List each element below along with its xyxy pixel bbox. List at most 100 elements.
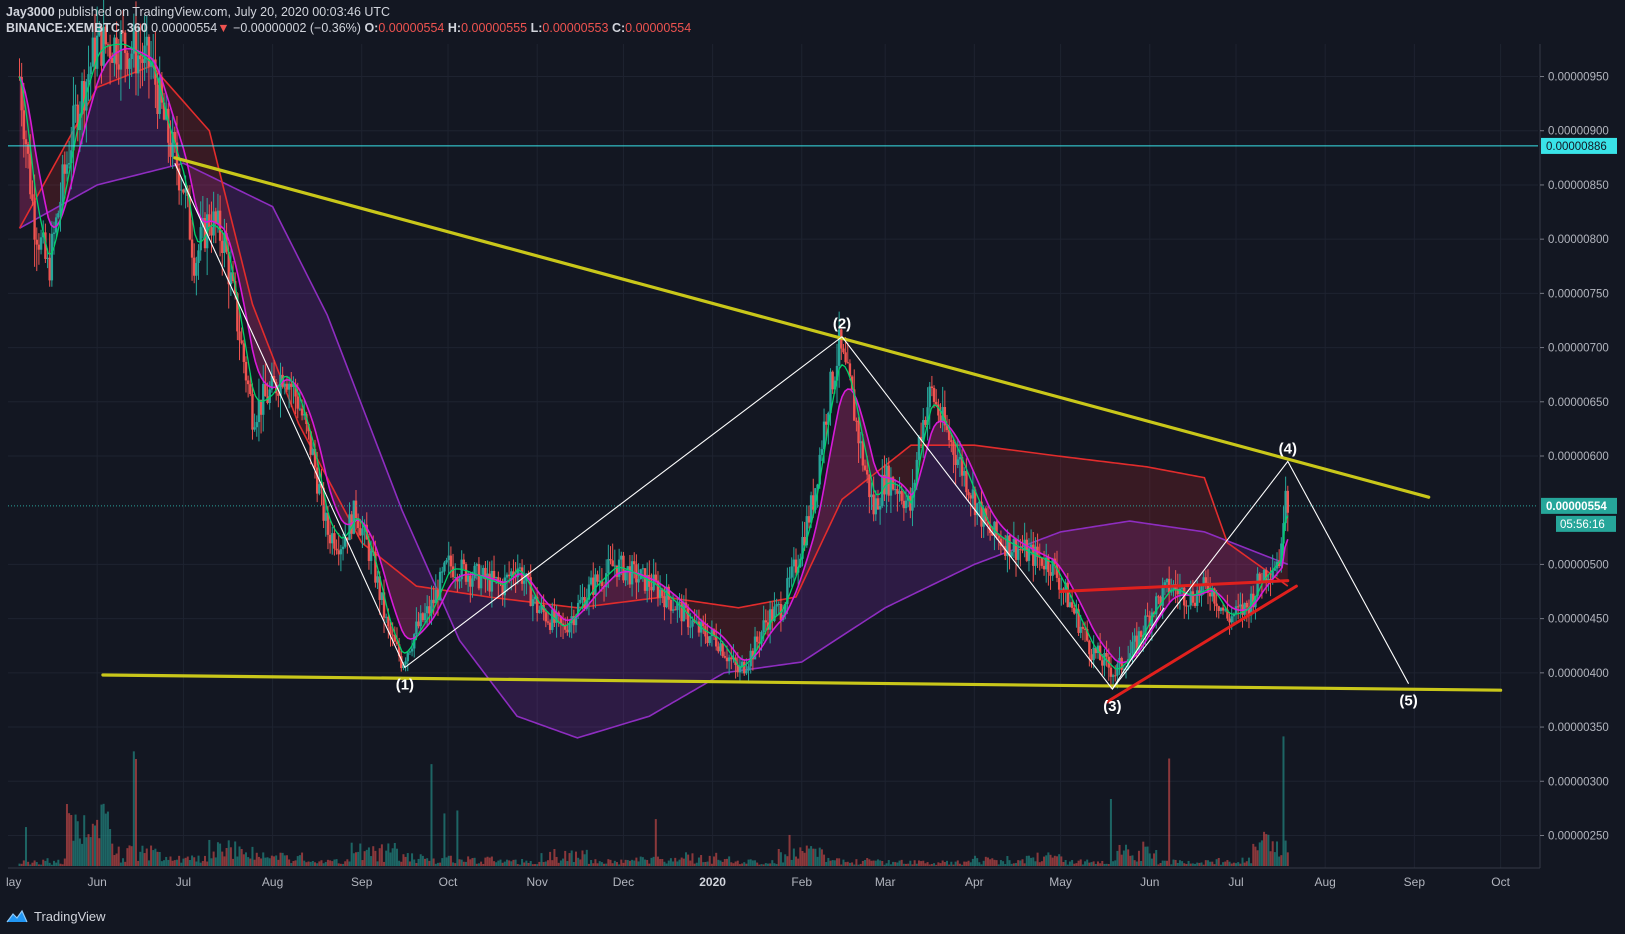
volume-bar xyxy=(400,861,403,866)
price-axis-label: 0.00000800 xyxy=(1548,234,1609,246)
symbol-label[interactable]: BINANCE:XEMBTC, 360 xyxy=(6,21,148,35)
price-chart[interactable]: (1) (2) (3) (4) (5) 0.00000950 0.00000900 0.000… xyxy=(0,0,1625,934)
candle-body xyxy=(678,601,681,603)
time-axis-label: Sep xyxy=(351,875,373,889)
volume-bar xyxy=(188,859,191,866)
volume-bar xyxy=(169,856,172,866)
volume-bar xyxy=(674,857,677,866)
candle-body xyxy=(671,609,675,611)
volume-bar xyxy=(1153,853,1156,866)
price-axis-label: 0.00000950 xyxy=(1548,72,1609,84)
volume-bar xyxy=(421,855,424,866)
volume-bar xyxy=(370,856,373,866)
volume-bar xyxy=(542,862,545,866)
candle-body xyxy=(1187,605,1190,607)
candle-body xyxy=(136,55,140,74)
candle-body xyxy=(1109,667,1113,677)
volume-bar xyxy=(954,861,957,866)
candle-body xyxy=(1092,647,1095,661)
volume-bar xyxy=(199,862,202,866)
candle-body xyxy=(682,602,686,622)
volume-bar xyxy=(786,856,789,866)
volume-bar xyxy=(78,838,81,866)
volume-bar xyxy=(1191,863,1194,866)
candle-body xyxy=(674,609,677,611)
volume-bar xyxy=(835,858,838,866)
candle-body xyxy=(37,244,41,250)
volume-bar xyxy=(93,825,96,866)
volume-bar xyxy=(1129,855,1132,866)
volume-bar xyxy=(490,856,493,866)
volume-bar xyxy=(829,860,832,866)
open-value: 0.00000554 xyxy=(378,21,445,35)
volume-bar xyxy=(518,864,521,866)
volume-bar xyxy=(883,864,886,866)
volume-bar xyxy=(1213,864,1216,866)
volume-bar xyxy=(555,856,558,866)
volume-bar xyxy=(462,861,465,866)
volume-bar xyxy=(193,857,196,866)
volume-bar xyxy=(965,861,968,866)
volume-bar xyxy=(1176,862,1179,866)
volume-bar xyxy=(501,862,504,866)
volume-bar xyxy=(1081,864,1084,866)
volume-bar xyxy=(182,858,185,866)
volume-bar xyxy=(807,848,810,866)
volume-bar xyxy=(1245,861,1248,866)
candle-body xyxy=(548,622,552,630)
candle-body xyxy=(868,474,871,498)
volume-bar xyxy=(896,862,899,866)
volume-bar xyxy=(1114,860,1117,866)
tradingview-logo-icon xyxy=(6,909,28,923)
volume-bar xyxy=(639,856,642,866)
volume-bar xyxy=(408,861,411,866)
volume-bar xyxy=(816,856,819,866)
candle-body xyxy=(1014,538,1018,560)
candle-body xyxy=(932,387,936,402)
volume-bar xyxy=(805,845,808,866)
volume-bar xyxy=(279,852,282,866)
wave-label: (1) xyxy=(396,676,414,693)
volume-bar xyxy=(650,857,653,866)
volume-bar xyxy=(607,859,610,866)
volume-bar xyxy=(1109,798,1112,866)
volume-bar xyxy=(961,864,964,866)
volume-bar xyxy=(238,846,241,866)
volume-bar xyxy=(395,848,398,866)
candle-body xyxy=(745,670,748,674)
volume-bar xyxy=(493,861,496,866)
volume-bar xyxy=(106,811,109,866)
candle-body xyxy=(108,44,112,59)
volume-bar xyxy=(484,857,487,866)
tradingview-branding[interactable]: TradingView xyxy=(6,906,106,926)
volume-bar xyxy=(656,856,659,866)
volume-bar xyxy=(693,863,696,866)
volume-bar xyxy=(1010,863,1013,866)
volume-bar xyxy=(909,860,912,866)
volume-bar xyxy=(1260,840,1263,866)
candle-body xyxy=(296,396,299,409)
candle-body xyxy=(473,565,476,579)
candle-body xyxy=(139,55,142,60)
author-name[interactable]: Jay3000 xyxy=(6,5,55,19)
volume-bar xyxy=(439,862,442,866)
volume-bar xyxy=(460,859,463,866)
candle-body xyxy=(546,621,550,623)
volume-bar xyxy=(1230,863,1233,866)
volume-bar xyxy=(186,856,189,866)
volume-bar xyxy=(184,857,187,866)
volume-bar xyxy=(389,852,392,866)
volume-bar xyxy=(1094,863,1097,866)
candle-body xyxy=(1081,626,1085,629)
candle-body xyxy=(221,240,224,254)
volume-bar xyxy=(1019,860,1022,866)
candle-body xyxy=(134,31,138,74)
volume-bar xyxy=(766,863,769,866)
volume-bar xyxy=(725,858,728,866)
volume-bar xyxy=(1183,863,1186,866)
candle-body xyxy=(628,566,632,585)
chart-background xyxy=(0,0,1625,934)
volume-bar xyxy=(870,860,873,866)
volume-bar xyxy=(618,864,621,866)
volume-bar xyxy=(587,863,590,866)
